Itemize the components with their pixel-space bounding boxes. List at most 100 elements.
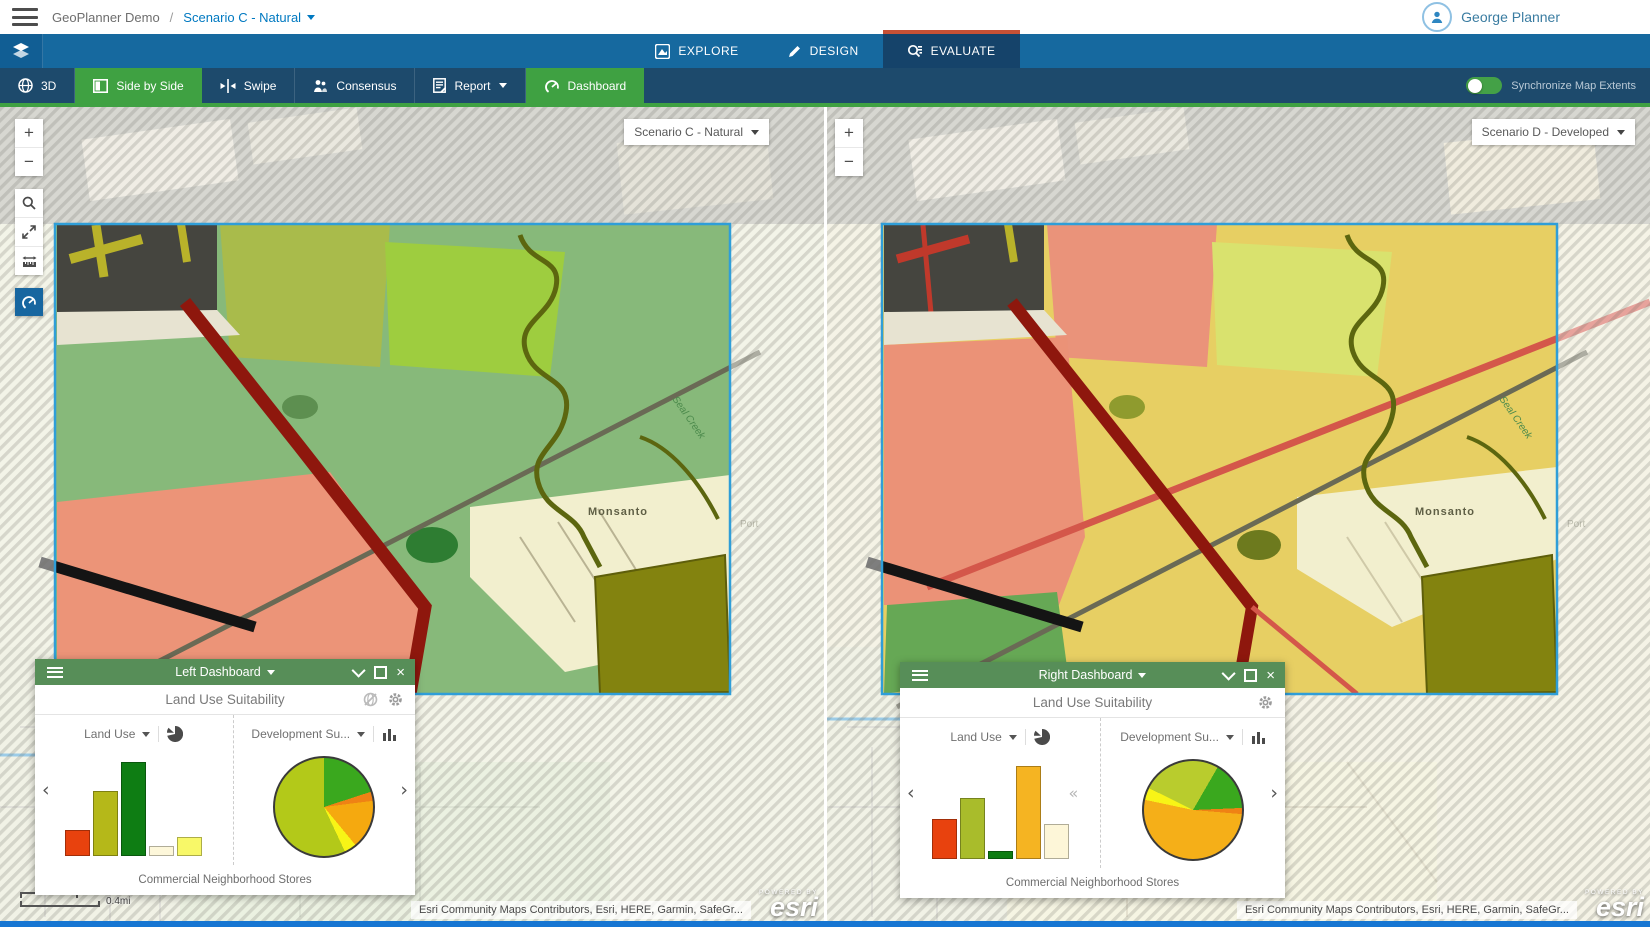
explore-icon [655, 44, 670, 59]
tab-evaluate-label: EVALUATE [931, 44, 996, 58]
map-dashboard-button[interactable] [15, 288, 43, 316]
development-suitability-widget: Development Su... [233, 715, 415, 865]
consensus-label: Consensus [336, 79, 396, 93]
land-use-selector[interactable]: Land Use [84, 727, 150, 741]
swipe-icon [220, 79, 236, 93]
dashboard-menu-icon[interactable] [47, 667, 63, 678]
zoom-in-button[interactable]: + [15, 119, 43, 148]
gear-icon[interactable] [1258, 695, 1273, 710]
report-label: Report [454, 79, 490, 93]
pencil-icon [787, 44, 802, 59]
layers-icon [12, 43, 30, 59]
full-extent-button[interactable] [15, 218, 43, 247]
development-suitability-pie-chart [1142, 759, 1244, 861]
measure-icon [22, 255, 37, 268]
close-icon[interactable]: × [1266, 668, 1275, 683]
user-menu[interactable]: George Planner [1422, 2, 1560, 32]
avatar [1422, 2, 1452, 32]
user-name: George Planner [1461, 9, 1560, 25]
swipe-button[interactable]: Swipe [202, 68, 296, 103]
right-scenario-selector[interactable]: Scenario D - Developed [1472, 119, 1635, 145]
land-use-selector[interactable]: Land Use [950, 730, 1016, 744]
globe-disabled-icon[interactable] [363, 692, 378, 707]
collapse-icon[interactable] [352, 664, 366, 678]
measure-button[interactable] [15, 247, 43, 275]
menu-icon[interactable] [12, 8, 38, 26]
right-map[interactable]: Monsanto Seal Creek Port + − Scenario D … [827, 107, 1650, 921]
right-map-tools: + − [835, 119, 863, 176]
tab-explore[interactable]: EXPLORE [631, 34, 762, 68]
side-by-side-icon [93, 79, 108, 93]
close-icon[interactable]: × [396, 665, 405, 680]
next-page-icon[interactable]: › [1270, 782, 1278, 804]
left-scenario-selector[interactable]: Scenario C - Natural [624, 119, 769, 145]
report-button[interactable]: Report [415, 68, 525, 103]
right-dashboard-title: Right Dashboard [1039, 668, 1133, 682]
chevron-down-icon [751, 130, 759, 135]
right-dashboard-panel: Right Dashboard × Land Use Suitability ‹ [900, 662, 1285, 898]
evaluate-icon [907, 44, 923, 59]
zoom-out-button[interactable]: − [15, 148, 43, 176]
left-dashboard-subheader: Land Use Suitability [35, 685, 415, 715]
side-by-side-label: Side by Side [116, 79, 183, 93]
map-label-monsanto: Monsanto [1415, 506, 1475, 518]
map-label-monsanto: Monsanto [588, 506, 648, 518]
tab-evaluate[interactable]: EVALUATE [883, 30, 1020, 68]
right-dashboard-header[interactable]: Right Dashboard × [900, 662, 1285, 688]
dashboard-subtitle: Land Use Suitability [900, 695, 1285, 710]
tab-design[interactable]: DESIGN [763, 34, 883, 68]
map-container: Monsanto Seal Creek Port + − [0, 103, 1650, 921]
chevron-down-icon [307, 15, 315, 20]
right-scenario-label: Scenario D - Developed [1482, 125, 1609, 139]
globe-icon [18, 78, 33, 93]
esri-logo: POWERED BY esri [759, 890, 818, 922]
right-map-attribution: Esri Community Maps Contributors, Esri, … [1237, 890, 1650, 922]
sync-extents-label: Synchronize Map Extents [1511, 80, 1636, 92]
left-dashboard-header[interactable]: Left Dashboard × [35, 659, 415, 685]
pie-chart-icon[interactable] [1034, 729, 1050, 745]
dashboard-caption: Commercial Neighborhood Stores [900, 868, 1285, 898]
pie-chart-icon[interactable] [167, 726, 183, 742]
gear-icon[interactable] [388, 692, 403, 707]
side-by-side-button[interactable]: Side by Side [75, 68, 201, 103]
bar-chart-icon[interactable] [382, 727, 397, 741]
bar-segment [121, 762, 146, 856]
development-suitability-selector[interactable]: Development Su... [251, 727, 365, 741]
bar-segment [177, 837, 202, 856]
3d-button[interactable]: 3D [0, 68, 75, 103]
tab-design-label: DESIGN [810, 44, 859, 58]
left-map[interactable]: Monsanto Seal Creek Port + − [0, 107, 824, 921]
layers-button[interactable] [0, 34, 43, 68]
dashboard-menu-icon[interactable] [912, 670, 928, 681]
dashboard-button[interactable]: Dashboard [526, 68, 645, 103]
land-use-bar-chart [925, 761, 1075, 859]
zoom-out-button[interactable]: − [835, 148, 863, 176]
land-use-widget: Land Use [35, 715, 233, 865]
bar-segment [65, 830, 90, 856]
bar-segment [93, 791, 118, 856]
extent-arrows-icon [22, 225, 36, 239]
3d-label: 3D [41, 79, 56, 93]
consensus-button[interactable]: Consensus [295, 68, 415, 103]
gauge-icon [21, 295, 37, 309]
next-page-icon[interactable]: › [400, 779, 408, 801]
sync-extents-control: Synchronize Map Extents [1466, 68, 1650, 103]
maximize-icon[interactable] [1244, 669, 1257, 682]
left-map-tools: + − [15, 119, 43, 316]
bar-chart-icon[interactable] [1251, 730, 1266, 744]
left-dashboard-title: Left Dashboard [175, 665, 260, 679]
tab-explore-label: EXPLORE [678, 44, 738, 58]
gauge-icon [544, 79, 560, 93]
breadcrumb-scenario-dropdown[interactable]: Scenario C - Natural [183, 10, 315, 25]
right-dashboard-widgets: ‹ Land Use D [900, 718, 1285, 868]
zoom-in-button[interactable]: + [835, 119, 863, 148]
top-bar: GeoPlanner Demo / Scenario C - Natural G… [0, 0, 1650, 34]
sync-extents-toggle[interactable] [1466, 77, 1502, 94]
development-suitability-selector[interactable]: Development Su... [1120, 730, 1234, 744]
collapse-icon[interactable] [1222, 667, 1236, 681]
development-suitability-pie-chart [273, 756, 375, 858]
maximize-icon[interactable] [374, 666, 387, 679]
search-button[interactable] [15, 189, 43, 218]
page-back-icon[interactable]: « [1069, 784, 1079, 803]
land-use-bar-chart [59, 758, 209, 856]
